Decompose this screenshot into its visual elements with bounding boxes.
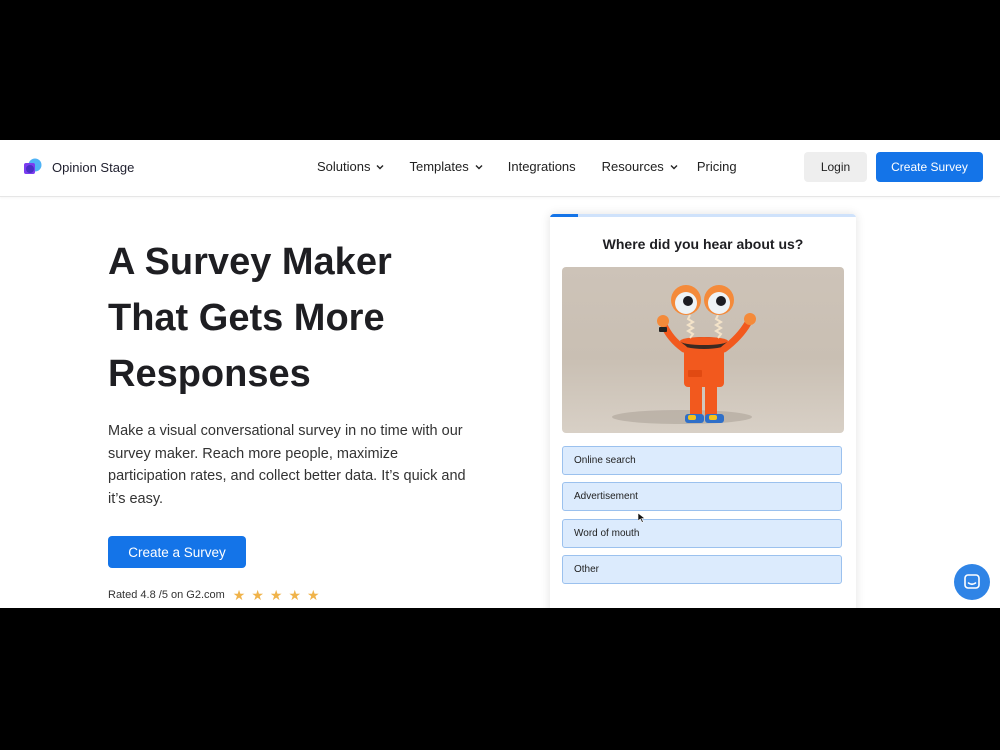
survey-preview-card: Where did you hear about us? Online sear… [550,214,856,608]
survey-image [562,267,844,433]
cartoon-character-illustration-icon [612,285,756,424]
survey-option[interactable]: Word of mouth [562,519,842,548]
nav-item-label: Integrations [507,159,576,174]
survey-option[interactable]: Advertisement [562,482,842,511]
logo[interactable]: Opinion Stage [22,157,134,177]
mouse-cursor-icon [638,513,646,523]
chat-button[interactable] [954,564,990,600]
star-icon: ★ [251,587,264,603]
rating-stars: ★ ★ ★ ★ ★ [233,588,320,602]
create-a-survey-button[interactable]: Create a Survey [108,536,246,568]
opinion-stage-logo-icon [24,158,42,174]
survey-question: Where did you hear about us? [602,236,804,252]
nav-item-integrations[interactable]: Integrations [508,159,576,174]
nav-item-label: Solutions [317,159,371,174]
nav-item-label: Templates [409,159,469,174]
progress-bar [550,214,856,217]
nav-item-templates[interactable]: Templates [409,159,483,174]
site-header: Opinion Stage Solutions Templates Integr… [0,140,1000,197]
survey-option[interactable]: Other [562,555,842,584]
hero-description: Make a visual conversational survey in n… [108,423,466,507]
nav-item-label: Pricing [696,159,737,174]
main-nav: Solutions Templates Integrations Resourc… [317,159,737,174]
rating-text: Rated 4.8 /5 on G2.com [108,589,225,601]
nav-item-label: Resources [601,159,664,174]
star-icon: ★ [288,587,302,603]
nav-item-solutions[interactable]: Solutions [317,159,385,174]
star-icon: ★ [269,587,283,603]
create-survey-button[interactable]: Create Survey [876,152,983,182]
logo-text: Opinion Stage [52,159,135,175]
chevron-down-icon [376,164,384,169]
star-icon: ★ [307,587,320,603]
chevron-down-icon [475,164,483,169]
web-page: Opinion Stage Solutions Templates Integr… [0,140,1000,608]
login-button[interactable]: Login [804,152,867,182]
chevron-down-icon [670,164,678,169]
star-icon: ★ [232,587,246,603]
nav-item-resources[interactable]: Resources [602,159,679,174]
survey-option[interactable]: Online search [562,446,842,475]
nav-item-pricing[interactable]: Pricing [697,159,737,174]
chat-icon [964,574,980,589]
progress-bar-fill [550,214,578,217]
hero-title: A Survey Maker That Gets More Responses [108,241,392,395]
rating: Rated 4.8 /5 on G2.com ★ ★ ★ ★ ★ [108,588,320,602]
